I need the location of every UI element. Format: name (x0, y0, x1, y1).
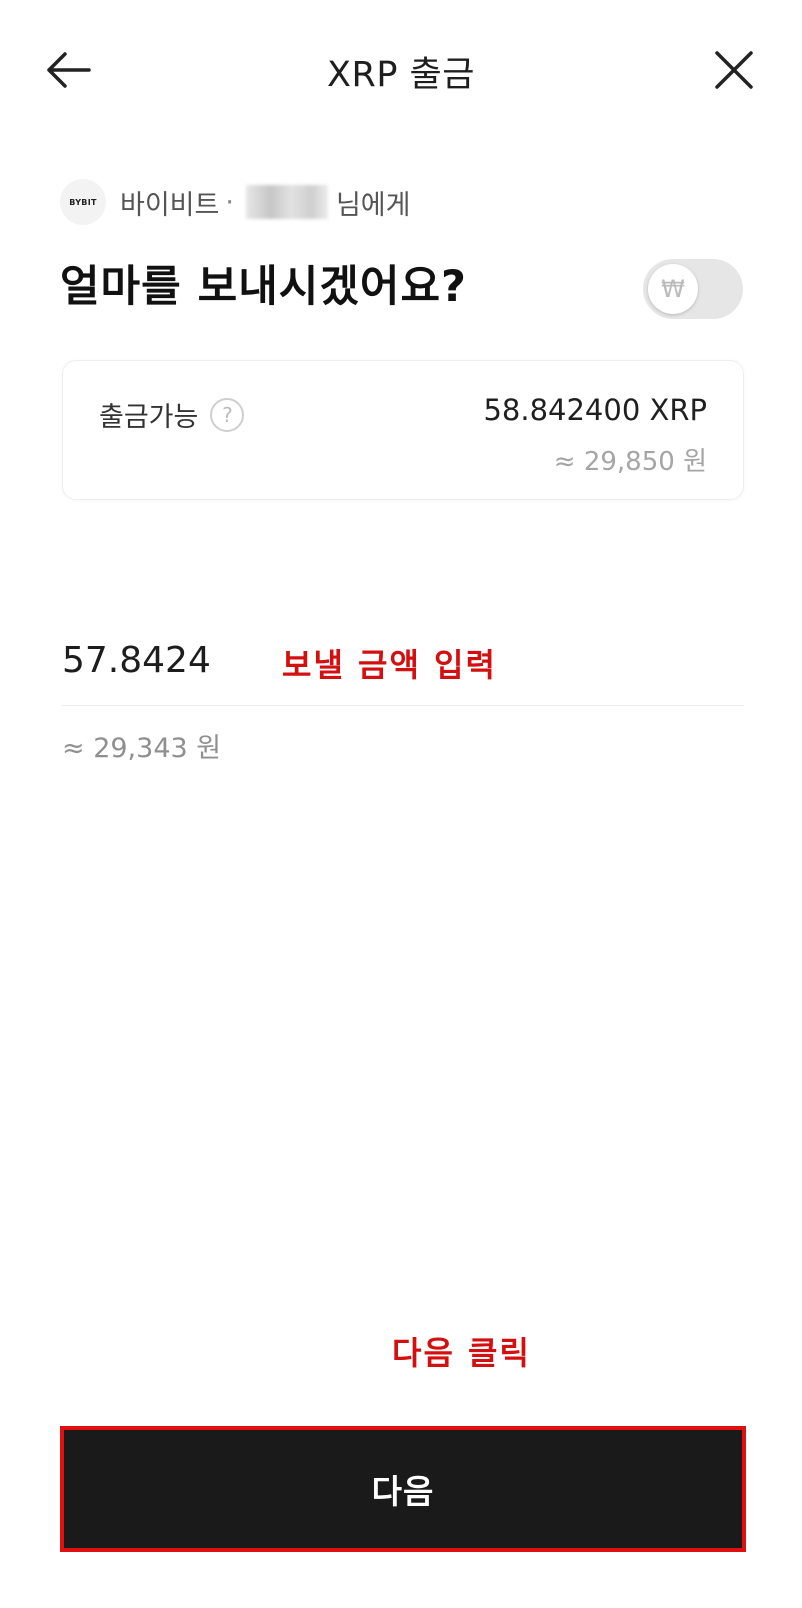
annotation-click-next: 다음 클릭 (392, 1334, 531, 1372)
next-button[interactable]: 다음 (64, 1430, 742, 1548)
blurred-recipient-name (245, 185, 328, 219)
annotation-enter-amount: 보낼 금액 입력 (282, 646, 497, 684)
recipient-suffix: 님에게 (335, 189, 411, 221)
available-amount: 58.842400 XRP (483, 393, 707, 427)
available-krw: ≈ 29,850 원 (553, 447, 707, 477)
next-button-highlight: 다음 (60, 1426, 746, 1552)
exchange-logo: BYBIT (60, 179, 106, 225)
close-icon (715, 51, 753, 89)
balance-label-row: 출금가능 ? (99, 395, 245, 434)
won-icon: ₩ (648, 264, 698, 314)
page-title: XRP 출금 (327, 55, 475, 95)
currency-toggle[interactable]: ₩ (643, 259, 743, 319)
recipient-separator: · (225, 186, 234, 218)
help-icon[interactable]: ? (210, 397, 245, 432)
amount-question: 얼마를 보내시겠어요? (60, 262, 467, 312)
amount-krw: ≈ 29,343 원 (62, 733, 222, 764)
exchange-name: 바이비트 (120, 189, 220, 221)
recipient-row: BYBIT 바이비트 · 님에게 (60, 178, 411, 226)
close-button[interactable] (708, 44, 760, 96)
balance-card: 출금가능 ? 58.842400 XRP ≈ 29,850 원 (62, 360, 744, 500)
balance-label: 출금가능 (99, 402, 199, 433)
withdraw-screen: XRP 출금 BYBIT 바이비트 · 님에게 얼마를 보내시겠어요? ₩ 출금… (0, 0, 802, 1608)
header: XRP 출금 (0, 0, 802, 140)
